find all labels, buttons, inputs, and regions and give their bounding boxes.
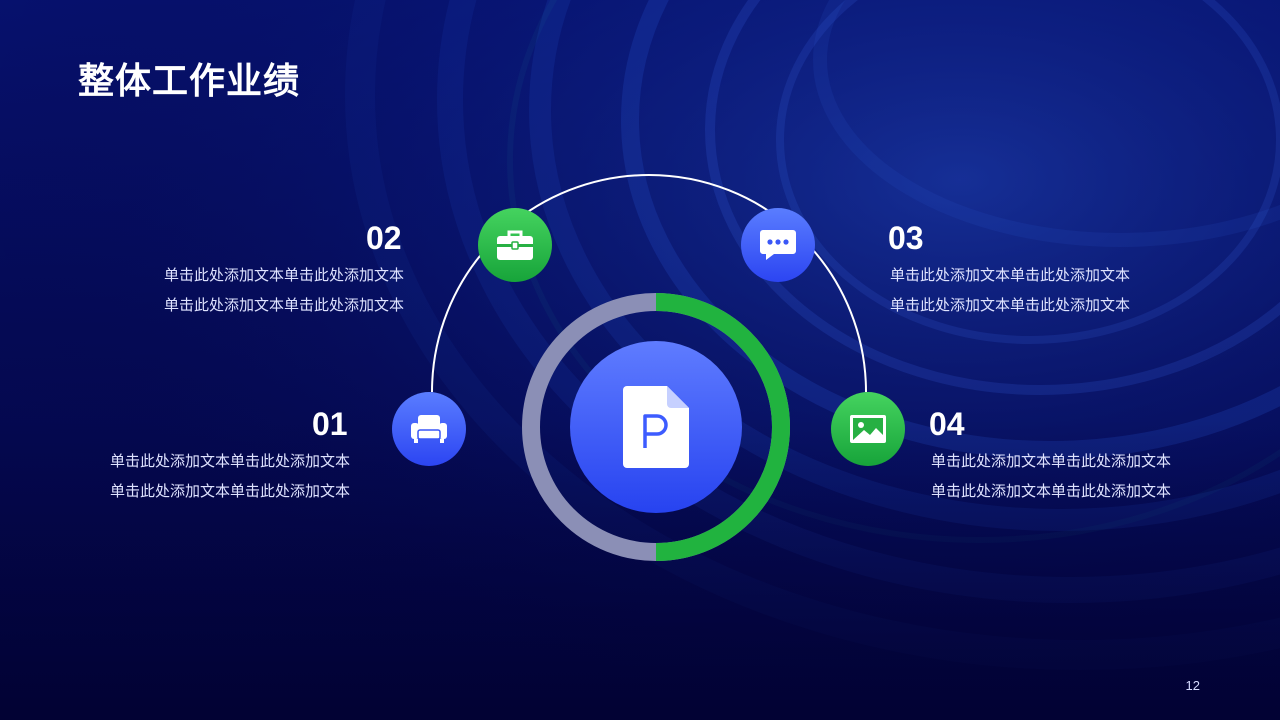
item-04-text: 单击此处添加文本单击此处添加文本 单击此处添加文本单击此处添加文本 bbox=[931, 446, 1211, 506]
item-01-icon-circle bbox=[392, 392, 466, 466]
item-04-icon-circle bbox=[831, 392, 905, 466]
briefcase-icon bbox=[497, 230, 533, 260]
center-circle bbox=[570, 341, 742, 513]
item-02-icon-circle bbox=[478, 208, 552, 282]
item-03-number: 03 bbox=[888, 220, 924, 256]
item-03-icon-circle bbox=[741, 208, 815, 282]
item-01-text: 单击此处添加文本单击此处添加文本 单击此处添加文本单击此处添加文本 bbox=[80, 446, 350, 506]
item-02-line-1: 单击此处添加文本单击此处添加文本 bbox=[163, 266, 404, 284]
item-04-line-2: 单击此处添加文本单击此处添加文本 bbox=[931, 482, 1172, 500]
item-04-number: 04 bbox=[929, 406, 965, 442]
item-02-text: 单击此处添加文本单击此处添加文本 单击此处添加文本单击此处添加文本 bbox=[134, 260, 404, 320]
powerpoint-file-icon bbox=[623, 386, 689, 468]
item-03-text: 单击此处添加文本单击此处添加文本 单击此处添加文本单击此处添加文本 bbox=[890, 260, 1170, 320]
item-02-line-2: 单击此处添加文本单击此处添加文本 bbox=[163, 296, 404, 314]
page-number: 12 bbox=[1185, 678, 1200, 693]
sofa-icon bbox=[411, 415, 447, 443]
item-01-line-2: 单击此处添加文本单击此处添加文本 bbox=[109, 482, 350, 500]
item-03-line-2: 单击此处添加文本单击此处添加文本 bbox=[890, 296, 1131, 314]
item-02-number: 02 bbox=[366, 220, 402, 256]
item-01-number: 01 bbox=[312, 406, 348, 442]
item-04-line-1: 单击此处添加文本单击此处添加文本 bbox=[931, 452, 1172, 470]
item-01-line-1: 单击此处添加文本单击此处添加文本 bbox=[109, 452, 350, 470]
item-03-line-1: 单击此处添加文本单击此处添加文本 bbox=[890, 266, 1131, 284]
chat-bubble-icon bbox=[760, 230, 796, 260]
slide: 整体工作业绩 01 单击此处添加文本单击此处添加文本 单击此处添加文本单击此处添… bbox=[0, 0, 1280, 720]
image-icon bbox=[850, 415, 886, 443]
